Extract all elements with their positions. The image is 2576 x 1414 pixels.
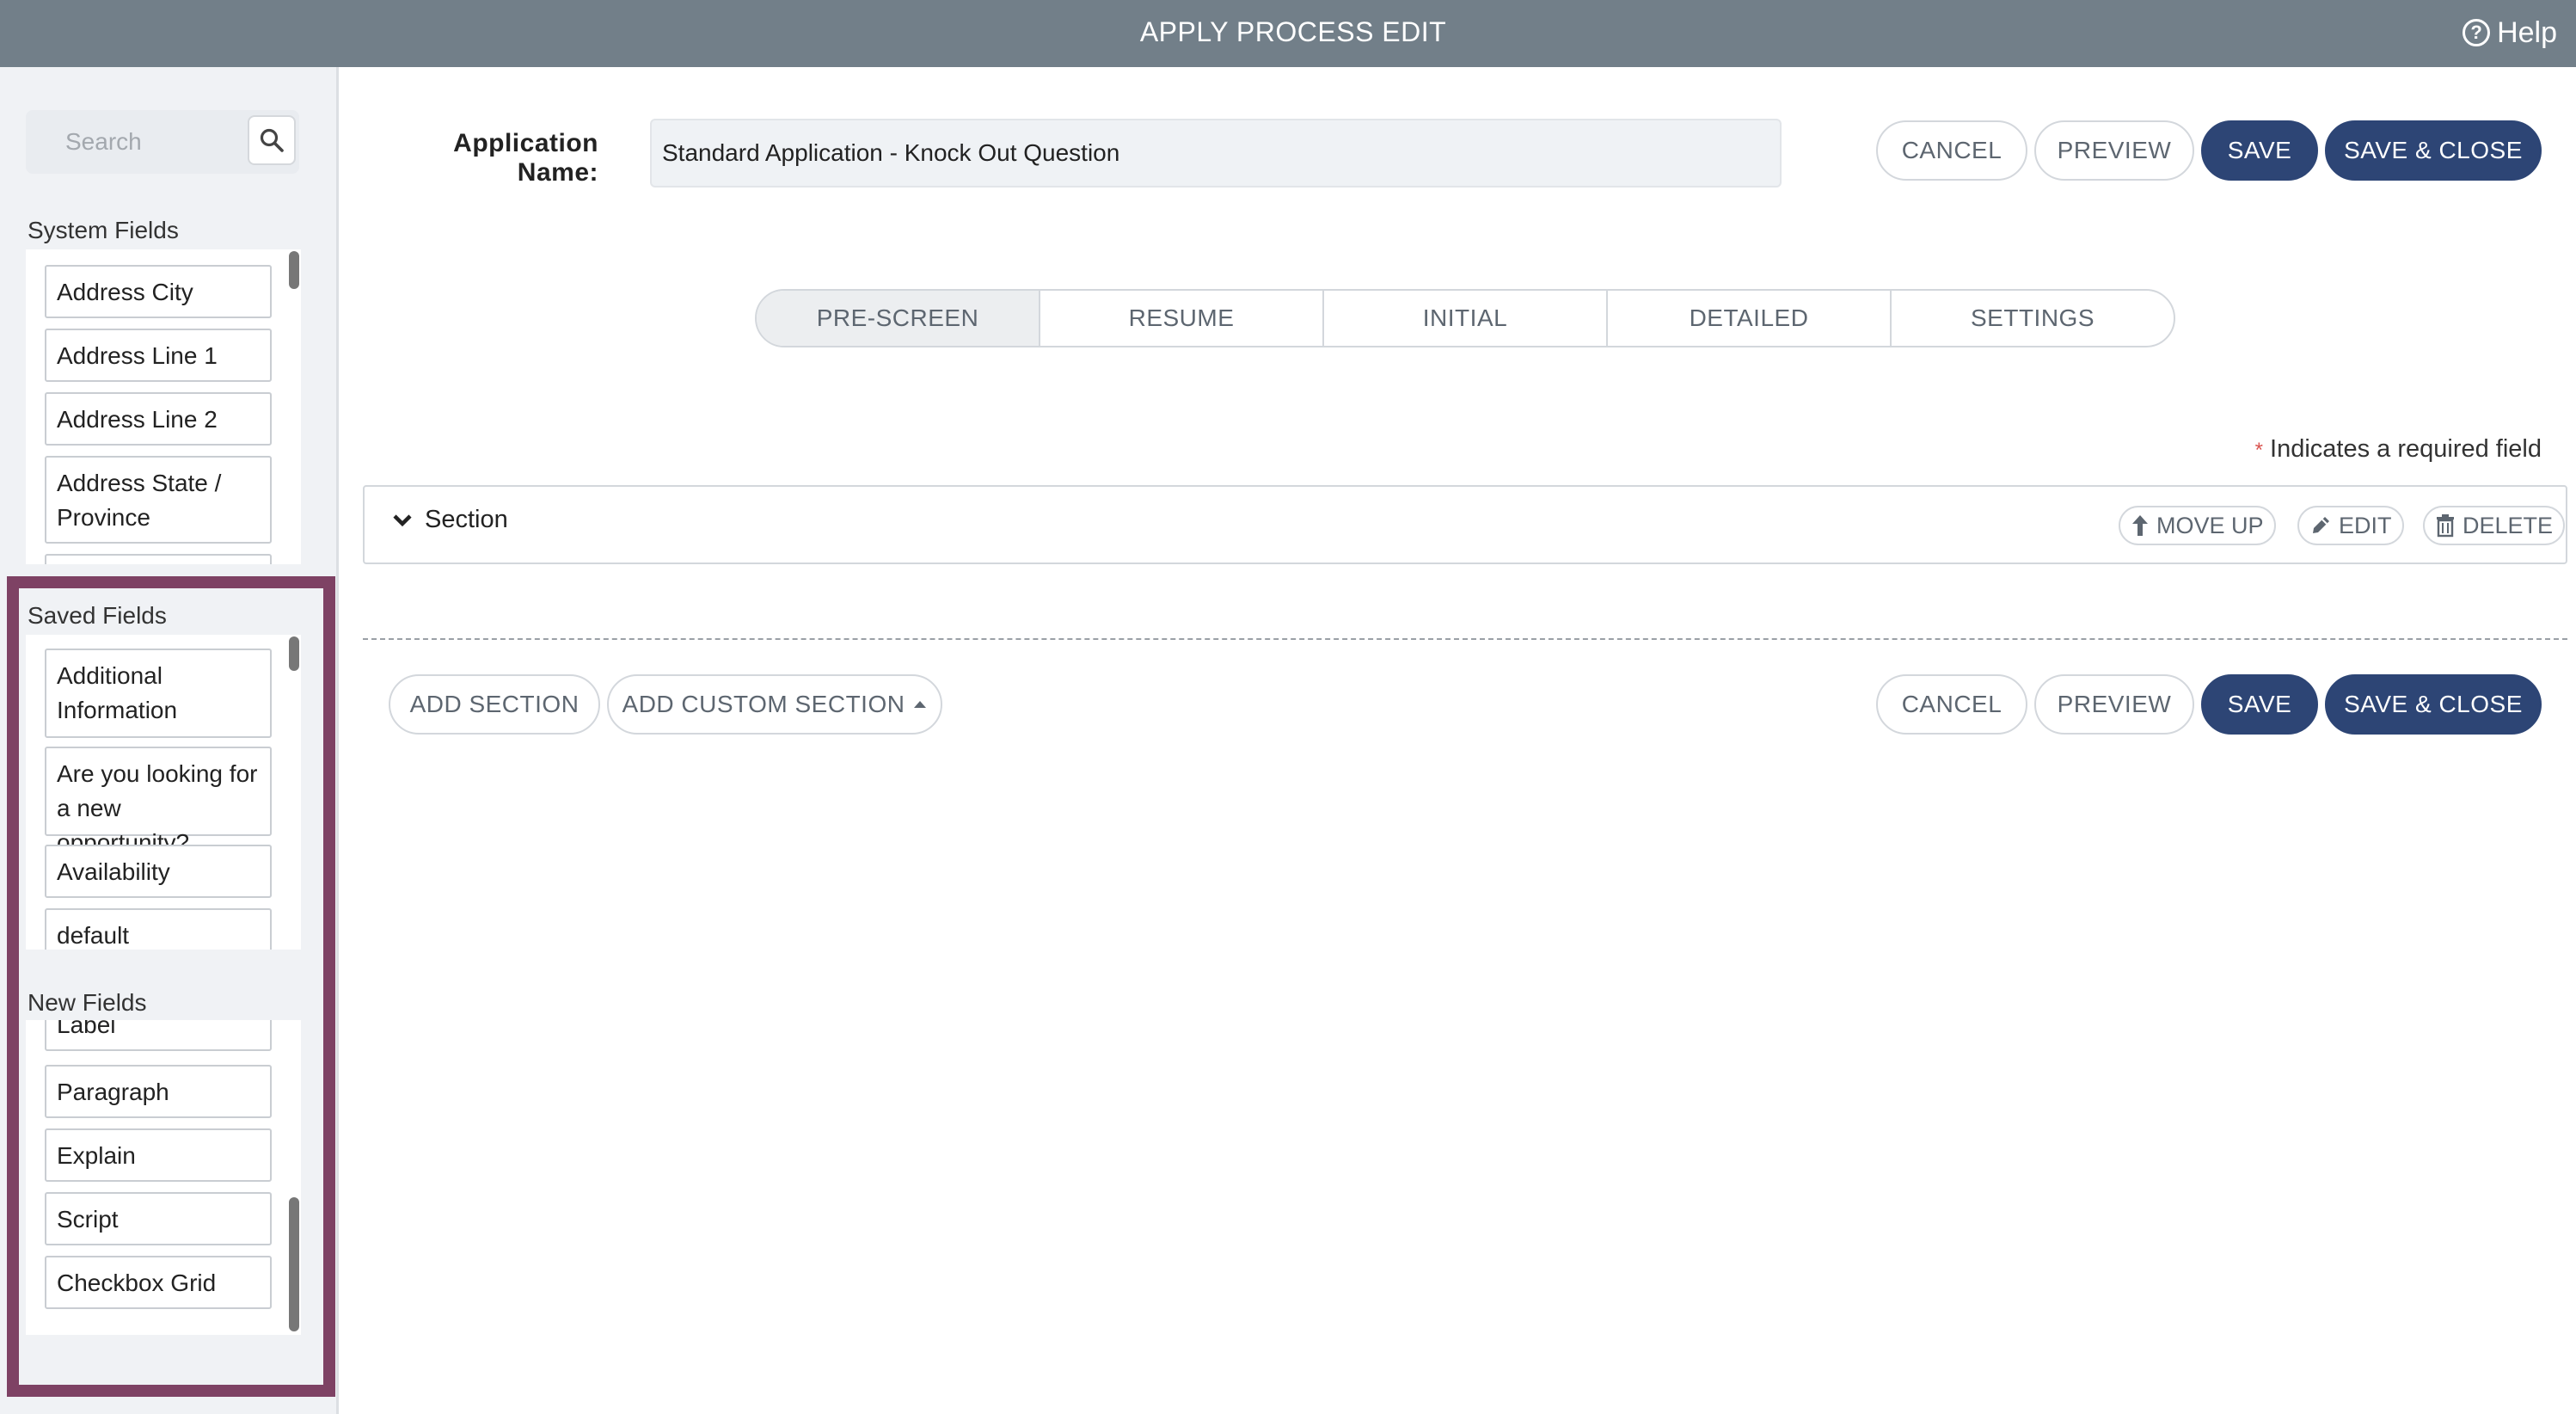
add-custom-section-label: ADD CUSTOM SECTION <box>622 691 905 717</box>
search-button[interactable] <box>248 115 296 165</box>
move-up-button[interactable]: MOVE UP <box>2119 506 2276 545</box>
saved-fields-list: Additional Information Are you looking f… <box>26 635 301 950</box>
new-fields-title: New Fields <box>28 989 147 1016</box>
saved-fields-title: Saved Fields <box>28 602 167 629</box>
tab-resume[interactable]: RESUME <box>1040 291 1324 346</box>
window-title: APPLY PROCESS EDIT <box>1139 16 1447 47</box>
field-item[interactable]: Additional Information <box>45 649 272 738</box>
new-fields-scrollbar[interactable] <box>289 1197 299 1331</box>
field-item[interactable]: Availability <box>45 845 272 898</box>
tab-detailed[interactable]: DETAILED <box>1608 291 1892 346</box>
required-star: * <box>2254 439 2264 462</box>
field-item[interactable]: Address Line 2 <box>45 392 272 446</box>
search-icon <box>260 128 284 152</box>
fields-sidebar: System Fields Address City Address Line … <box>0 67 339 1414</box>
search-input[interactable] <box>26 110 251 174</box>
cancel-button[interactable]: CANCEL <box>1876 120 2027 181</box>
field-item[interactable]: Address City <box>45 265 272 318</box>
saved-fields-scrollbar[interactable] <box>289 636 299 671</box>
system-fields-list: Address City Address Line 1 Address Line… <box>26 249 301 564</box>
app-name-label: Application Name: <box>453 129 598 187</box>
title-bar: APPLY PROCESS EDIT ? Help <box>0 0 2576 67</box>
system-fields-title: System Fields <box>28 217 179 243</box>
add-section-button[interactable]: ADD SECTION <box>389 674 600 735</box>
section-divider <box>363 638 2567 640</box>
field-item[interactable]: Checkbox Grid <box>45 1256 272 1309</box>
delete-label: DELETE <box>2463 512 2554 538</box>
step-tabs: PRE-SCREEN RESUME INITIAL DETAILED SETTI… <box>755 289 2175 347</box>
search-box <box>26 110 299 174</box>
arrow-up-icon <box>2132 515 2148 536</box>
add-custom-section-button[interactable]: ADD CUSTOM SECTION <box>607 674 942 735</box>
delete-button[interactable]: DELETE <box>2423 506 2566 545</box>
new-fields-list: Label Paragraph Explain Script Checkbox … <box>26 1020 301 1335</box>
save-close-button[interactable]: SAVE & CLOSE <box>2325 120 2542 181</box>
help-label: Help <box>2497 15 2557 49</box>
cancel-button-bottom[interactable]: CANCEL <box>1876 674 2027 735</box>
field-item[interactable]: Label <box>45 1020 272 1051</box>
save-button[interactable]: SAVE <box>2201 120 2318 181</box>
edit-button[interactable]: EDIT <box>2297 506 2404 545</box>
move-up-label: MOVE UP <box>2156 512 2264 538</box>
field-item[interactable]: default <box>45 908 272 950</box>
field-item[interactable]: Address State / Province <box>45 456 272 544</box>
help-icon: ? <box>2463 19 2491 46</box>
tab-pre-screen[interactable]: PRE-SCREEN <box>757 291 1040 346</box>
save-button-bottom[interactable]: SAVE <box>2201 674 2318 735</box>
trash-icon <box>2437 514 2454 538</box>
tab-settings[interactable]: SETTINGS <box>1892 291 2174 346</box>
field-item[interactable]: Address Line 1 <box>45 329 272 382</box>
save-close-button-bottom[interactable]: SAVE & CLOSE <box>2325 674 2542 735</box>
app-name-input[interactable] <box>650 119 1782 188</box>
system-fields-scrollbar[interactable] <box>289 251 299 289</box>
field-item[interactable]: Script <box>45 1192 272 1245</box>
field-item-partial[interactable] <box>45 554 272 564</box>
preview-button[interactable]: PREVIEW <box>2034 120 2194 181</box>
section-title: Section <box>425 506 508 533</box>
field-item[interactable]: Explain <box>45 1128 272 1182</box>
edit-label: EDIT <box>2339 512 2392 538</box>
section-toggle[interactable]: Section <box>392 506 508 534</box>
chevron-down-icon <box>393 513 412 526</box>
caret-up-icon <box>914 701 927 708</box>
help-link[interactable]: ? Help <box>2463 14 2557 52</box>
field-item[interactable]: Are you looking for a new opportunity? <box>45 747 272 856</box>
section-panel: Section MOVE UP EDIT DELETE <box>363 485 2567 564</box>
pencil-icon <box>2313 517 2329 533</box>
required-note-text: Indicates a required field <box>2270 435 2542 463</box>
field-item[interactable]: Paragraph <box>45 1065 272 1118</box>
required-field-note: * Indicates a required field <box>2255 435 2542 464</box>
tab-initial[interactable]: INITIAL <box>1324 291 1608 346</box>
preview-button-bottom[interactable]: PREVIEW <box>2034 674 2194 735</box>
